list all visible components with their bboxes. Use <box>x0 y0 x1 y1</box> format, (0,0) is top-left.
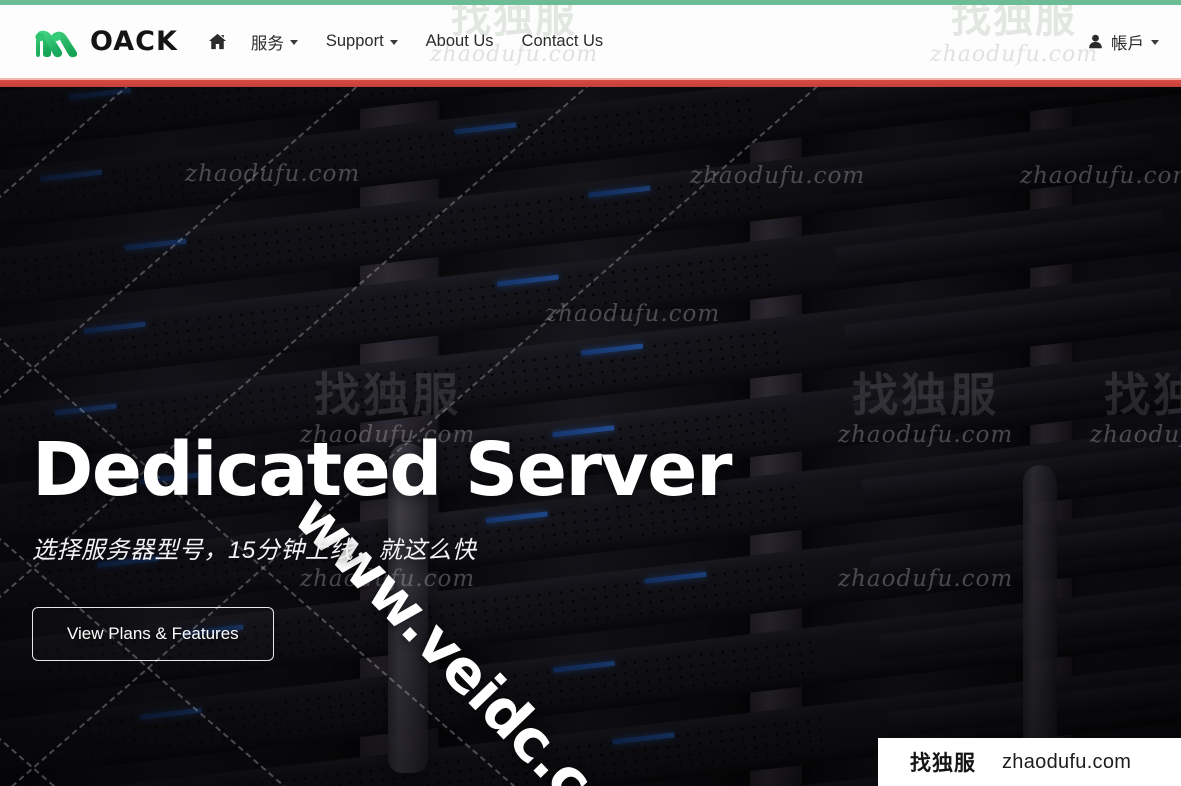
chevron-down-icon <box>389 40 398 45</box>
hero-title: Dedicated Server <box>32 427 732 513</box>
site-badge: 找独服 zhaodufu.com <box>878 738 1181 786</box>
badge-zh-label: 找独服 <box>910 751 976 775</box>
header-underline-red <box>0 80 1181 87</box>
dack-logo-icon <box>35 30 78 57</box>
page-root: 找独服 zhaodufu.com 找独服 zhaodufu.com OACK 服… <box>0 0 1181 786</box>
hero-subtitle: 选择服务器型号，15分钟上线，就这么快 <box>32 536 477 564</box>
brand-logo[interactable]: OACK <box>32 26 178 58</box>
nav-item-home[interactable] <box>198 24 237 59</box>
view-plans-button[interactable]: View Plans & Features <box>32 606 274 661</box>
home-icon <box>208 33 226 50</box>
hero-section: zhaodufu.com zhaodufu.com zhaodufu.com z… <box>0 87 1181 786</box>
site-header: 找独服 zhaodufu.com 找独服 zhaodufu.com OACK 服… <box>0 5 1181 78</box>
nav-item-label: Contact Us <box>521 32 604 50</box>
nav-item-label: Support <box>325 32 384 50</box>
main-nav: 服务 Support About Us Contact Us <box>198 22 617 62</box>
nav-item-about-us[interactable]: About Us <box>412 24 508 59</box>
nav-item-label: 服务 <box>250 34 284 53</box>
brand-name: OACK <box>90 26 178 57</box>
account-menu[interactable]: 帳戶 <box>1087 30 1159 54</box>
nav-item-label: About Us <box>425 32 494 50</box>
account-label: 帳戶 <box>1111 34 1144 53</box>
hero-copy: Dedicated Server 选择服务器型号，15分钟上线，就这么快 Vie… <box>32 427 732 661</box>
user-icon <box>1089 34 1102 49</box>
nav-item-support[interactable]: Support <box>312 24 412 59</box>
chevron-down-icon <box>289 40 298 45</box>
nav-item-contact-us[interactable]: Contact Us <box>508 24 618 59</box>
chevron-down-icon <box>1151 40 1159 45</box>
badge-en-label: zhaodufu.com <box>1002 750 1132 773</box>
nav-item-services[interactable]: 服务 <box>237 22 312 62</box>
